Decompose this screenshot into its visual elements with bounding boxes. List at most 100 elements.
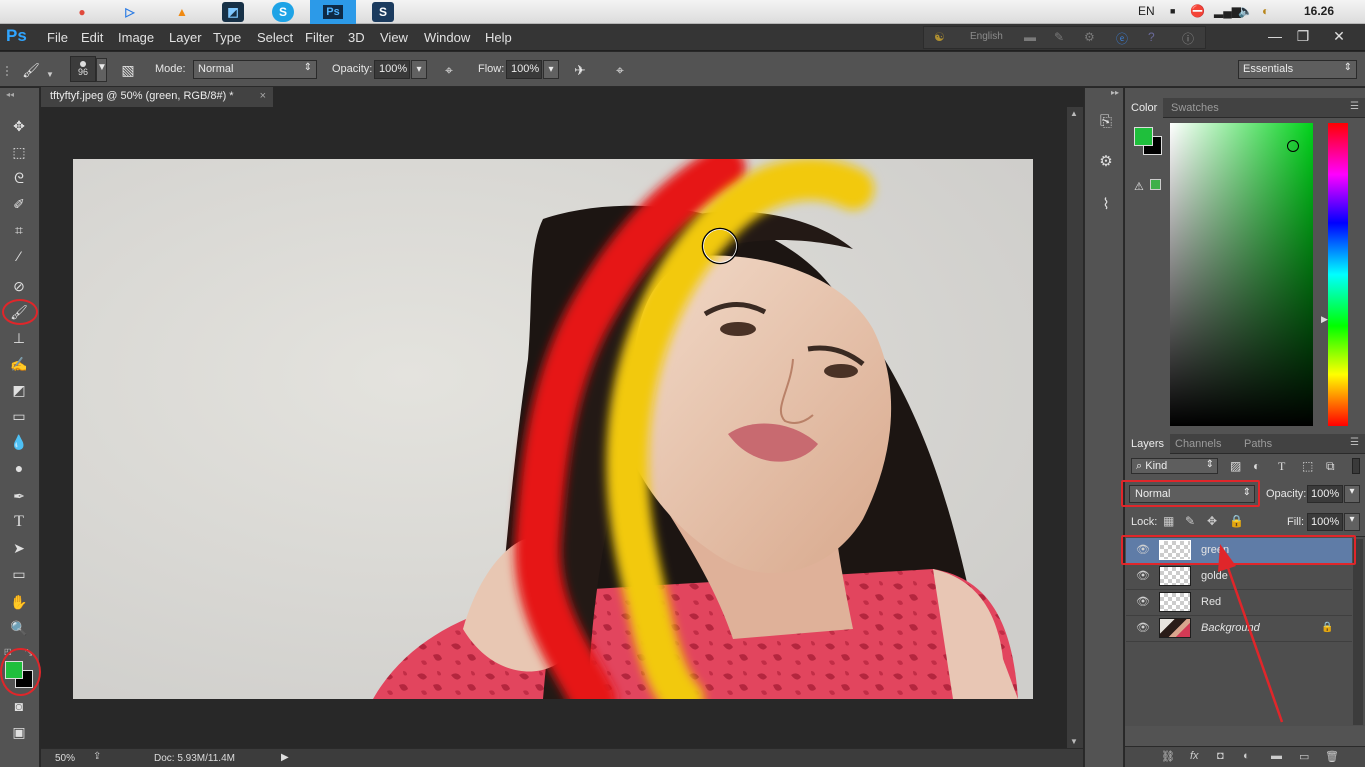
clock[interactable]: 16.26 [1304, 4, 1334, 18]
tablet-pressure-opacity-icon[interactable]: ⌖ [438, 60, 460, 80]
color-fg-swatch[interactable] [1134, 127, 1153, 146]
new-layer-icon[interactable]: ▭ [1299, 750, 1309, 763]
document-info[interactable]: Doc: 5.93M/11.4M [154, 753, 235, 764]
player-icon[interactable]: ▷ [119, 2, 141, 22]
tab-layers[interactable]: Layers [1125, 434, 1171, 454]
language-field[interactable]: English [970, 31, 1003, 42]
close-window-button[interactable]: ✕ [1324, 26, 1354, 46]
brush-preset-icon[interactable]: 🖌 [20, 60, 42, 80]
menu-file[interactable]: File [47, 30, 68, 45]
apple-icon[interactable] [16, 2, 38, 22]
lock-pixels-icon[interactable]: ✎ [1185, 514, 1195, 528]
tray-dot-icon[interactable]: ■ [1170, 6, 1175, 16]
photoshop-app-icon[interactable]: Ps [310, 0, 356, 24]
input-language[interactable]: EN [1138, 4, 1155, 18]
menu-edit[interactable]: Edit [81, 30, 103, 45]
filter-kind-select[interactable]: ⌕ Kind ⇕ [1131, 458, 1218, 474]
eraser-tool-icon[interactable]: ◩ [8, 380, 30, 400]
brush-presets-panel-icon[interactable]: ⌇ [1095, 194, 1117, 216]
marquee-tool-icon[interactable]: ⬚ [8, 142, 30, 162]
tab-paths[interactable]: Paths [1238, 434, 1278, 454]
add-mask-icon[interactable]: ◘ [1217, 750, 1224, 762]
menu-view[interactable]: View [380, 30, 408, 45]
gear-icon[interactable]: ⚙ [1084, 30, 1095, 44]
gamut-swatch[interactable] [1150, 179, 1161, 190]
rectangle-tool-icon[interactable]: ▭ [8, 564, 30, 584]
brush-panel-icon[interactable]: ▧ [117, 60, 139, 80]
visibility-eye-icon[interactable]: 👁 [1136, 621, 1150, 635]
vertical-scrollbar[interactable]: ▲ ▼ [1067, 107, 1083, 748]
visibility-eye-icon[interactable]: 👁 [1136, 569, 1150, 583]
help-circle-icon[interactable]: ? [1148, 30, 1155, 44]
pen-tool-icon[interactable]: ✒ [8, 486, 30, 506]
expand-dock-icon[interactable]: ▸▸ [1111, 88, 1119, 97]
collapse-tools-icon[interactable]: ◂◂ [6, 90, 14, 99]
weather-icon[interactable]: ◐ [1262, 4, 1269, 18]
properties-panel-icon[interactable]: ⚙ [1095, 151, 1117, 173]
airbrush-icon[interactable]: ✈ [569, 60, 591, 80]
color-field[interactable] [1170, 123, 1313, 426]
signal-icon[interactable]: ▂▄▆ [1214, 4, 1241, 18]
menu-select[interactable]: Select [257, 30, 293, 45]
ie-icon[interactable]: ⓔ [1116, 30, 1128, 47]
filter-smart-object-icon[interactable]: ⧉ [1326, 459, 1335, 474]
move-tool-icon[interactable]: ✥ [8, 116, 30, 136]
tab-swatches[interactable]: Swatches [1165, 98, 1225, 118]
mode-select[interactable]: Normal ⇕ [193, 60, 317, 79]
dodge-tool-icon[interactable]: ● [8, 458, 30, 478]
fill-dropdown[interactable]: ▾ [1344, 513, 1360, 531]
scroll-up-icon[interactable]: ▲ [1070, 109, 1078, 118]
quick-mask-icon[interactable]: ◙ [8, 696, 30, 716]
zoom-level[interactable]: 50% [55, 753, 75, 764]
menu-image[interactable]: Image [118, 30, 154, 45]
opacity-dropdown[interactable]: ▾ [411, 60, 427, 79]
menu-3d[interactable]: 3D [348, 30, 365, 45]
menu-window[interactable]: Window [424, 30, 470, 45]
history-brush-tool-icon[interactable]: ✍ [8, 354, 30, 374]
brush-size-dropdown[interactable]: ▼ [96, 58, 107, 82]
flow-dropdown[interactable]: ▾ [543, 60, 559, 79]
filter-pixel-icon[interactable]: ▨ [1230, 459, 1241, 473]
menu-help[interactable]: Help [485, 30, 512, 45]
filter-shape-icon[interactable]: ⬚ [1302, 459, 1313, 473]
volume-icon[interactable]: 🔈 [1238, 4, 1253, 18]
ps-flat-icon[interactable]: ◩ [222, 2, 244, 22]
layer-opacity-input[interactable]: 100% [1307, 485, 1343, 503]
lock-all-icon[interactable]: 🔒 [1229, 514, 1244, 528]
history-panel-icon[interactable]: ⎘ [1095, 111, 1117, 133]
panel-menu-icon[interactable]: ☰ [1350, 101, 1359, 112]
hand-tool-icon[interactable]: ✋ [8, 592, 30, 612]
type-tool-icon[interactable]: T [8, 512, 30, 532]
pen-icon[interactable]: ✎ [1054, 30, 1064, 44]
ime-icon[interactable]: ☯ [934, 30, 945, 44]
path-selection-tool-icon[interactable]: ➤ [8, 538, 30, 558]
link-layers-icon[interactable]: ⛓ [1161, 750, 1175, 763]
filter-adjustment-icon[interactable]: ◐ [1253, 459, 1260, 473]
screen-mode-icon[interactable]: ▣ [8, 722, 30, 742]
layers-scrollbar[interactable] [1353, 539, 1363, 725]
tab-color[interactable]: Color [1125, 98, 1164, 118]
brush-size-preview[interactable]: 96 [70, 56, 96, 82]
crop-tool-icon[interactable]: ⌗ [8, 220, 30, 240]
opacity-input[interactable]: 100% [374, 60, 410, 79]
preset-dropdown-arrow[interactable]: ▼ [46, 70, 54, 79]
export-icon[interactable]: ⇪ [93, 751, 101, 762]
minimize-button[interactable]: — [1260, 26, 1290, 46]
flow-input[interactable]: 100% [506, 60, 542, 79]
menu-type[interactable]: Type [213, 30, 241, 45]
layer-opacity-dropdown[interactable]: ▾ [1344, 485, 1360, 503]
lasso-tool-icon[interactable]: ᘓ [8, 168, 30, 188]
tablet-pressure-size-icon[interactable]: ⌖ [609, 60, 631, 80]
fill-input[interactable]: 100% [1307, 513, 1343, 531]
network-blocked-icon[interactable]: ⛔ [1190, 4, 1205, 18]
gamut-warning-icon[interactable]: ⚠ [1134, 180, 1144, 193]
filter-type-icon[interactable]: T [1278, 459, 1285, 474]
restore-button[interactable]: ❐ [1288, 26, 1318, 46]
layers-panel-menu-icon[interactable]: ☰ [1350, 437, 1359, 448]
hue-slider[interactable] [1328, 123, 1348, 426]
vlc-icon[interactable]: ▲ [171, 2, 193, 22]
adjustment-layer-icon[interactable]: ◐ [1243, 750, 1250, 762]
filter-toggle[interactable] [1352, 458, 1360, 474]
document-canvas[interactable] [73, 159, 1033, 699]
menu-layer[interactable]: Layer [169, 30, 202, 45]
